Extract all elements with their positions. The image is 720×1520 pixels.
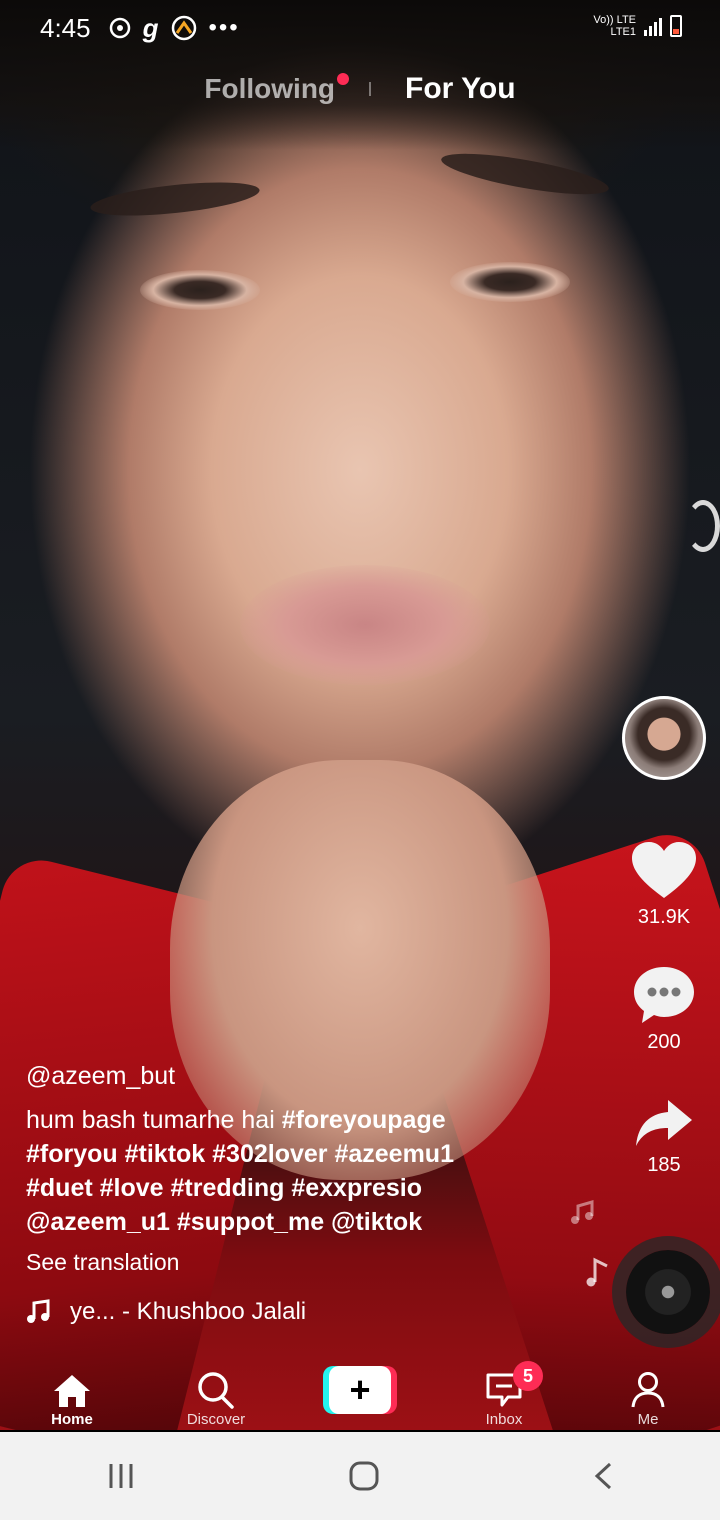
hashtag-line-2[interactable]: #foryou #tiktok #302lover #azeemu1 [26,1140,454,1168]
like-count: 31.9K [637,906,691,928]
hashtag-line-3[interactable]: #duet #love #tredding #exxpresio [26,1174,422,1202]
share-button[interactable]: 185 [634,1098,694,1177]
nav-discover[interactable]: Discover [161,1371,271,1428]
creator-username[interactable]: @azeem_but [26,1062,586,1091]
recent-apps-icon[interactable] [106,1462,136,1490]
nav-me-label: Me [637,1411,659,1428]
creator-avatar[interactable] [622,696,706,780]
network-bottom-label: LTE1 [610,26,636,38]
like-button[interactable]: 31.9K [632,842,696,929]
home-icon [54,1375,90,1407]
feed-tabs: Following For You [0,72,720,106]
comment-button[interactable]: 200 [632,965,696,1054]
sound-title: ye... - Khushboo Jalali [70,1298,307,1325]
video-earring [686,500,720,552]
new-content-dot [337,73,350,85]
nav-home-label: Home [51,1411,93,1428]
bottom-nav: Home Discover + 5 Inbox Me [0,1354,720,1432]
create-button[interactable]: + [323,1366,397,1414]
nav-me[interactable]: Me [593,1371,703,1428]
nav-create[interactable]: + [305,1366,415,1428]
sound-disc[interactable] [626,1250,710,1334]
nav-inbox-label: Inbox [485,1411,523,1428]
nav-home[interactable]: Home [17,1373,127,1428]
network-top-label: Vo)) LTE [593,14,636,26]
heart-icon [632,842,696,898]
comment-count: 200 [647,1031,681,1053]
hashtag-line-4[interactable]: @azeem_u1 #suppot_me @tiktok [26,1208,422,1236]
status-system-icons: Vo)) LTE LTE1 [593,14,682,38]
home-circle-icon[interactable] [348,1460,380,1492]
system-nav-bar [0,1432,720,1520]
more-dots-icon: ••• [208,14,240,41]
status-notification-icons: g ••• [109,13,240,44]
description-text: hum bash tumarhe hai [26,1106,282,1134]
video-lips [240,565,490,685]
video-brow-right [438,145,612,203]
see-translation-link[interactable]: See translation [26,1249,586,1276]
sound-row[interactable]: ye... - Khushboo Jalali [26,1298,306,1326]
battery-icon [670,15,682,37]
aperture-icon [109,17,130,39]
network-indicator: Vo)) LTE LTE1 [593,14,636,38]
status-bar: 4:45 g ••• Vo)) LTE LTE1 [0,0,720,56]
g-icon: g [142,12,159,43]
share-count: 185 [647,1154,681,1176]
video-brow-left [89,176,261,222]
profile-icon [631,1372,665,1408]
video-eye-right [450,262,570,302]
app-icon [171,15,196,41]
comment-icon [634,967,694,1023]
share-arrow-icon [636,1100,692,1146]
signal-icon [644,16,662,36]
hashtag-foreyoupage[interactable]: #foreyoupage [282,1106,446,1134]
video-description: hum bash tumarhe hai #foreyoupage #foryo… [26,1103,586,1239]
nav-inbox[interactable]: 5 Inbox [449,1361,559,1428]
video-caption: @azeem_but hum bash tumarhe hai #foreyou… [26,1062,586,1276]
tab-following[interactable]: Following [204,73,350,105]
plus-icon: + [329,1366,391,1414]
video-eye-left [140,270,260,310]
music-note-icon [27,1299,50,1323]
tab-separator [369,82,372,96]
nav-discover-label: Discover [186,1411,246,1428]
tab-for-you[interactable]: For You [405,72,516,106]
tab-following-label: Following [204,73,336,104]
inbox-badge: 5 [513,1361,543,1391]
action-rail: 31.9K 200 185 [618,696,710,1177]
status-time: 4:45 [40,12,91,43]
music-note-icon [586,1257,608,1287]
back-icon[interactable] [592,1461,614,1491]
search-icon [198,1372,234,1409]
